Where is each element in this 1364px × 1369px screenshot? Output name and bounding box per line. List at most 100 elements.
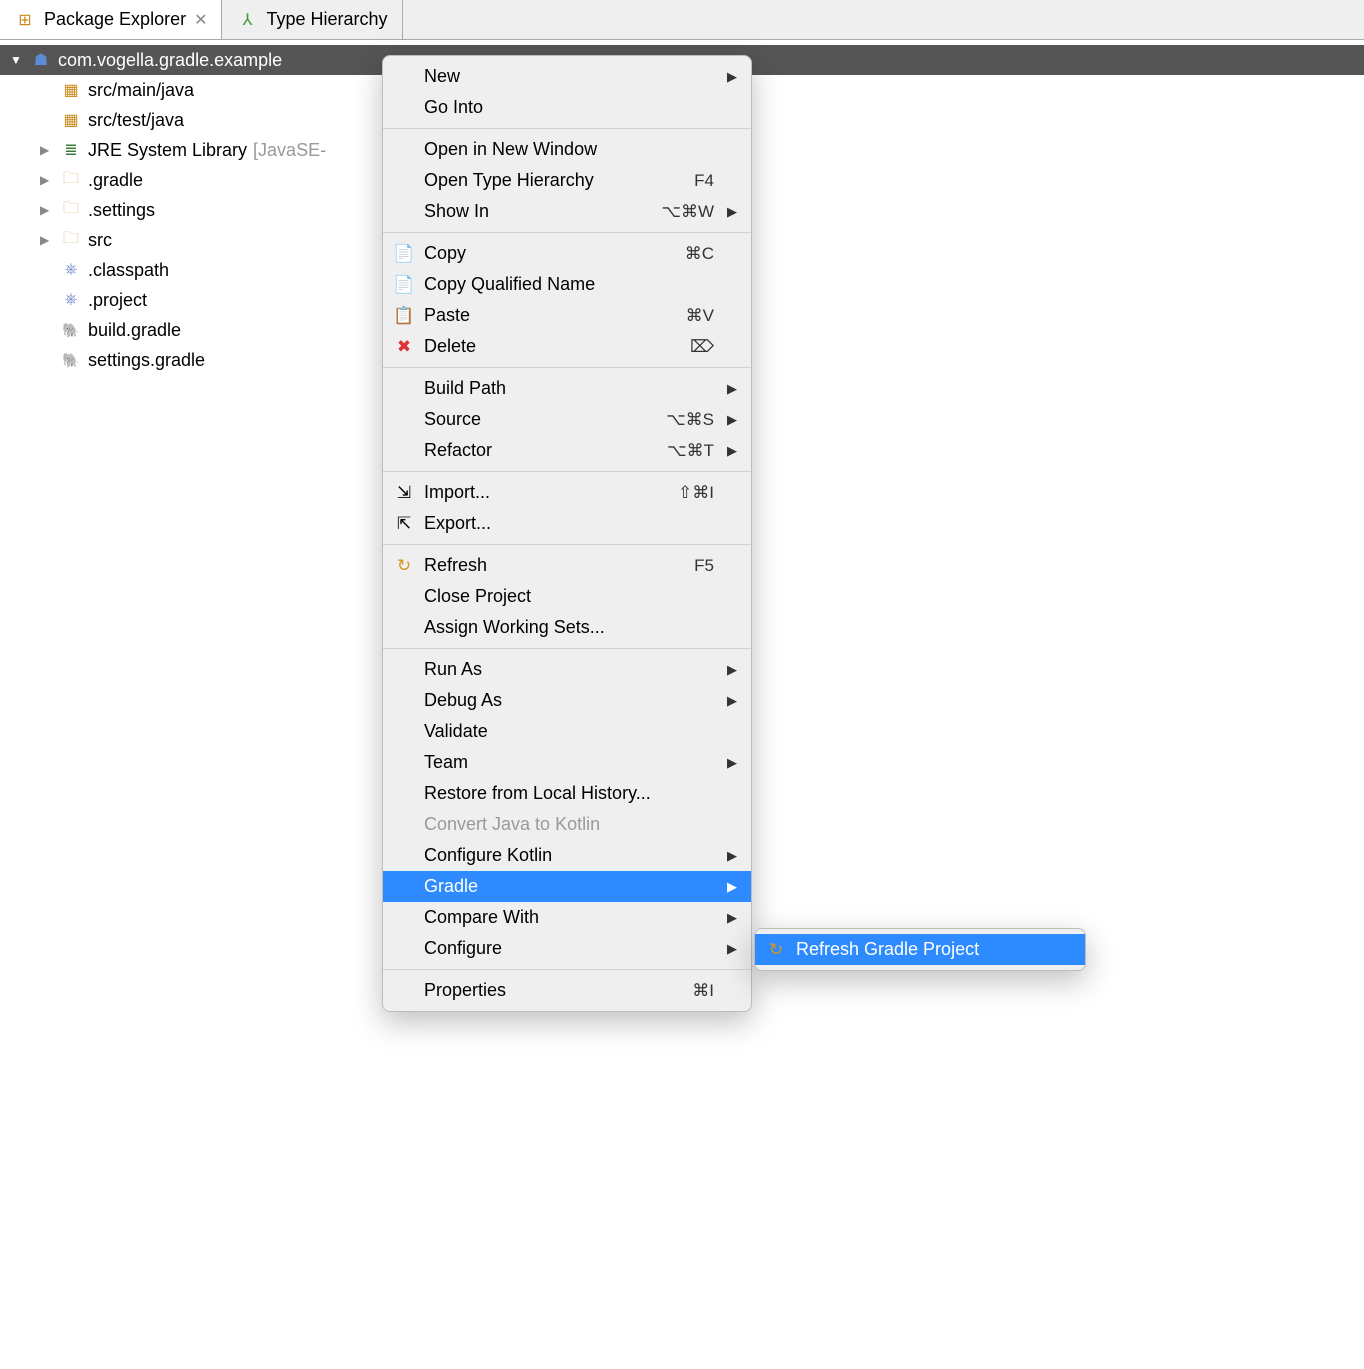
menu-item-open-in-new-window[interactable]: Open in New Window: [383, 134, 751, 165]
tab-type-hierarchy[interactable]: ⅄ Type Hierarchy: [222, 0, 402, 39]
menu-item-refactor[interactable]: Refactor ⌥⌘T ▶: [383, 435, 751, 466]
menu-item-label: Copy: [424, 243, 676, 264]
menu-separator: [383, 367, 751, 368]
tree-label: com.vogella.gradle.example: [58, 50, 282, 71]
menu-item-label: Build Path: [424, 378, 705, 399]
copy-icon: 📄: [393, 244, 415, 264]
expand-arrow-icon[interactable]: ▶: [40, 143, 54, 157]
context-menu: New▶Go IntoOpen in New WindowOpen Type H…: [382, 55, 752, 1012]
menu-item-label: Close Project: [424, 586, 705, 607]
xmlfile-icon: ⎈: [60, 259, 82, 281]
expand-arrow-icon[interactable]: ▶: [40, 233, 54, 247]
tab-label: Package Explorer: [44, 9, 186, 30]
menu-item-delete[interactable]: ✖Delete⌦: [383, 331, 751, 362]
copy-icon: 📄: [393, 275, 415, 295]
menu-item-label: Compare With: [424, 907, 705, 928]
menu-item-gradle[interactable]: Gradle ▶: [383, 871, 751, 902]
submenu-arrow-icon: ▶: [723, 443, 737, 459]
menu-item-label: Validate: [424, 721, 705, 742]
menu-shortcut: ⌦: [690, 337, 714, 357]
menu-item-label: Assign Working Sets...: [424, 617, 705, 638]
menu-item-copy[interactable]: 📄Copy⌘C: [383, 238, 751, 269]
menu-item-export[interactable]: ⇱ Export...: [383, 508, 751, 539]
expand-arrow-icon[interactable]: ▶: [40, 203, 54, 217]
menu-item-team[interactable]: Team▶: [383, 747, 751, 778]
tree-label-suffix: [JavaSE-: [253, 140, 326, 161]
tree-label: .settings: [88, 200, 155, 221]
close-icon[interactable]: ✕: [194, 10, 207, 30]
menu-item-label: Show In: [424, 201, 652, 222]
menu-shortcut: ⌥⌘S: [666, 410, 714, 430]
menu-item-label: Export...: [424, 513, 705, 534]
library-icon: ≣: [60, 139, 82, 161]
tree-label: src/main/java: [88, 80, 194, 101]
menu-item-restore-from-local-history[interactable]: Restore from Local History...: [383, 778, 751, 809]
tree-label: settings.gradle: [88, 350, 205, 371]
expand-arrow-icon[interactable]: ▼: [10, 53, 24, 67]
menu-item-properties[interactable]: Properties⌘I: [383, 975, 751, 1006]
menu-item-close-project[interactable]: Close Project: [383, 581, 751, 612]
menu-item-refresh-gradle-project[interactable]: ↻ Refresh Gradle Project: [755, 934, 1085, 965]
folder-icon: 🗀: [60, 169, 82, 191]
menu-item-compare-with[interactable]: Compare With ▶: [383, 902, 751, 933]
menu-item-paste[interactable]: 📋Paste⌘V: [383, 300, 751, 331]
menu-item-build-path[interactable]: Build Path▶: [383, 373, 751, 404]
menu-item-label: Open Type Hierarchy: [424, 170, 685, 191]
menu-item-new[interactable]: New▶: [383, 61, 751, 92]
menu-item-show-in[interactable]: Show In⌥⌘W▶: [383, 196, 751, 227]
submenu-arrow-icon: ▶: [723, 879, 737, 895]
expand-arrow-icon[interactable]: ▶: [40, 173, 54, 187]
tree-label: .classpath: [88, 260, 169, 281]
menu-item-copy-qualified-name[interactable]: 📄Copy Qualified Name: [383, 269, 751, 300]
menu-item-label: Import...: [424, 482, 669, 503]
tab-label: Type Hierarchy: [266, 9, 387, 30]
submenu-arrow-icon: ▶: [723, 412, 737, 428]
menu-item-import[interactable]: ⇲Import...⇧⌘I: [383, 477, 751, 508]
tree-label: build.gradle: [88, 320, 181, 341]
menu-item-label: Run As: [424, 659, 705, 680]
menu-item-label: Source: [424, 409, 657, 430]
menu-item-label: Delete: [424, 336, 681, 357]
menu-separator: [383, 648, 751, 649]
menu-item-label: Properties: [424, 980, 683, 1001]
menu-item-debug-as[interactable]: Debug As▶: [383, 685, 751, 716]
menu-shortcut: F5: [694, 556, 714, 576]
package-icon: ▦: [60, 109, 82, 131]
menu-item-label: Refresh: [424, 555, 685, 576]
xmlfile-icon: ⎈: [60, 289, 82, 311]
menu-separator: [383, 969, 751, 970]
menu-item-label: Gradle: [424, 876, 705, 897]
menu-item-label: Team: [424, 752, 705, 773]
tab-package-explorer[interactable]: ⊞ Package Explorer ✕: [0, 0, 222, 39]
export-icon: ⇱: [393, 514, 415, 534]
package-icon: ▦: [60, 79, 82, 101]
submenu-arrow-icon: ▶: [723, 910, 737, 926]
folder-icon: 🗀: [60, 199, 82, 221]
menu-item-assign-working-sets[interactable]: Assign Working Sets...: [383, 612, 751, 643]
submenu-arrow-icon: ▶: [723, 204, 737, 220]
menu-separator: [383, 471, 751, 472]
menu-item-label: Paste: [424, 305, 677, 326]
gradle-icon: 🐘: [60, 319, 82, 341]
submenu-arrow-icon: ▶: [723, 693, 737, 709]
menu-separator: [383, 232, 751, 233]
refresh-icon: ↻: [765, 940, 787, 960]
type-hierarchy-icon: ⅄: [236, 9, 258, 31]
refresh-icon: ↻: [393, 556, 415, 576]
folder-icon: 🗀: [60, 229, 82, 251]
menu-item-validate[interactable]: Validate: [383, 716, 751, 747]
menu-item-configure[interactable]: Configure▶: [383, 933, 751, 964]
tab-bar: ⊞ Package Explorer ✕ ⅄ Type Hierarchy: [0, 0, 1364, 40]
tree-label: .gradle: [88, 170, 143, 191]
menu-item-configure-kotlin[interactable]: Configure Kotlin▶: [383, 840, 751, 871]
menu-shortcut: F4: [694, 171, 714, 191]
menu-item-go-into[interactable]: Go Into: [383, 92, 751, 123]
paste-icon: 📋: [393, 306, 415, 326]
menu-item-refresh[interactable]: ↻ Refresh F5: [383, 550, 751, 581]
menu-item-run-as[interactable]: Run As▶: [383, 654, 751, 685]
menu-item-label: Refresh Gradle Project: [796, 939, 1039, 960]
menu-item-source[interactable]: Source ⌥⌘S ▶: [383, 404, 751, 435]
menu-item-label: Refactor: [424, 440, 658, 461]
menu-shortcut: ⌥⌘T: [667, 441, 714, 461]
menu-item-open-type-hierarchy[interactable]: Open Type Hierarchy F4: [383, 165, 751, 196]
